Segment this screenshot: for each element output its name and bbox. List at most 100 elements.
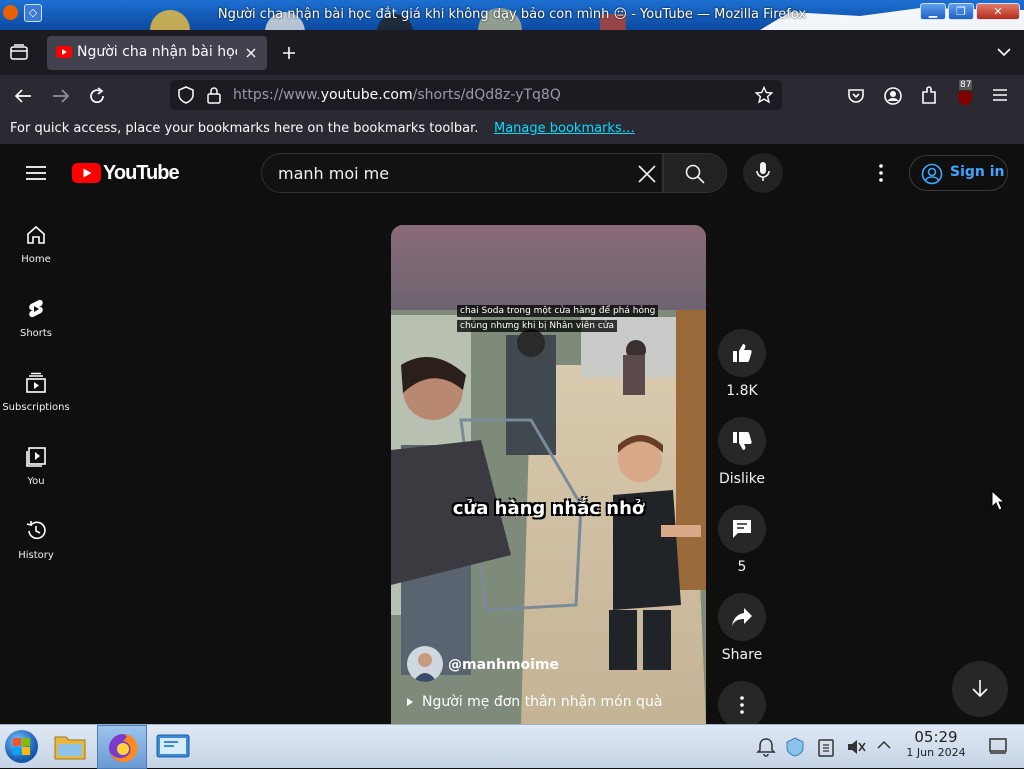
channel-avatar[interactable] [407,646,443,682]
bookmark-star-icon[interactable] [755,86,773,104]
search-button[interactable] [663,153,727,193]
tab-close-icon[interactable] [245,47,257,59]
extension-badge: 87 [959,80,973,90]
clipboard-icon[interactable] [817,737,835,757]
channel-handle[interactable]: @manhmoime [448,657,559,673]
nav-shorts-label: Shorts [19,328,53,339]
sign-in-button[interactable]: Sign in [909,155,1008,191]
account-icon[interactable] [883,86,903,106]
clock-time: 05:29 [914,728,958,746]
menu-icon[interactable] [991,87,1009,103]
window-titlebar: ◇ Người cha nhận bài học đắt giá khi khô… [0,0,1024,30]
next-short-button[interactable] [952,661,1008,717]
tab-title: Người cha nhận bài học [77,44,237,60]
system-settings-icon[interactable] [156,733,190,761]
taskbar: 05:29 1 Jun 2024 [0,724,1024,769]
like-button[interactable] [718,329,766,377]
windows-logo-icon [13,738,30,755]
show-desktop-icon[interactable] [989,738,1007,754]
url-path: /shorts/dQd8z-yTq8Q [412,87,561,103]
nav-you[interactable]: You [0,446,72,487]
youtube-page: YouTube manh moi me Sign in Home Shorts … [0,144,1024,729]
video-frame [391,225,706,724]
youtube-logo-icon [72,163,101,183]
bookmarks-hint: For quick access, place your bookmarks h… [10,121,479,136]
voice-search-button[interactable] [743,153,783,193]
thumbs-up-icon [733,344,752,362]
maximize-button[interactable]: ❐ [948,3,974,20]
thumbs-down-icon [733,432,752,450]
url-bar[interactable]: https://www.youtube.com/shorts/dQd8z-yTq… [170,80,782,110]
dislike-label: Dislike [719,471,765,487]
share-label: Share [721,647,763,663]
comment-icon [733,520,751,538]
shield-icon[interactable] [178,86,194,104]
nav-home[interactable]: Home [0,224,72,265]
notification-bell-icon[interactable] [756,737,776,757]
bookmarks-toolbar: For quick access, place your bookmarks h… [0,116,1024,144]
microphone-icon [756,162,770,181]
caption-line-1: chai Soda trong một cửa hàng để phá hỏng [457,305,659,317]
window-title: Người cha nhận bài học đắt giá khi không… [217,7,807,22]
tab-overview-icon[interactable] [10,44,28,60]
youtube-logo[interactable]: YouTube [72,162,180,184]
manage-bookmarks-link[interactable]: Manage bookmarks… [494,121,635,136]
comments-button[interactable] [718,505,766,553]
back-icon[interactable] [14,88,32,104]
subscriptions-icon [26,372,46,393]
network-icon[interactable] [786,737,804,757]
close-button[interactable]: ✕ [976,3,1020,20]
new-tab-icon[interactable] [280,45,298,61]
firefox-taskbar-button[interactable] [97,725,147,769]
file-manager-icon[interactable] [54,732,86,760]
youtube-favicon-icon [56,46,72,58]
dislike-button[interactable] [718,417,766,465]
extensions-icon[interactable] [919,86,939,106]
more-vertical-icon [740,696,744,714]
nav-you-label: You [27,476,45,487]
share-button[interactable] [718,593,766,641]
account-circle-icon [921,163,943,185]
play-small-icon [407,698,413,706]
video-overlay-text: cửa hàng nhắc nhở [452,498,645,519]
pocket-icon[interactable] [846,87,866,105]
caption-line-2: chúng nhưng khi bị Nhân viên cửa [457,320,617,332]
lock-icon[interactable] [207,86,221,104]
tray-expand-icon[interactable] [876,740,892,750]
short-more-button[interactable] [718,681,766,729]
url-text: https://www.youtube.com/shorts/dQd8z-yTq… [233,87,561,103]
volume-muted-icon[interactable] [846,737,866,757]
start-button[interactable] [5,730,38,763]
clock[interactable]: 05:29 1 Jun 2024 [903,728,969,759]
search-box[interactable]: manh moi me [261,153,663,193]
search-input[interactable]: manh moi me [278,164,389,183]
forward-icon[interactable] [52,88,70,104]
clear-search-icon[interactable] [638,165,656,183]
nav-history-label: History [18,550,54,561]
firefox-icon [109,733,138,762]
tab-active[interactable]: Người cha nhận bài học [47,36,267,70]
like-count: 1.8K [726,383,758,399]
arrow-down-icon [972,680,988,698]
nav-subscriptions[interactable]: Subscriptions [0,372,72,413]
reload-icon[interactable] [88,87,106,105]
url-domain: youtube.com [320,87,413,103]
shorts-icon [29,299,43,318]
nav-shorts[interactable]: Shorts [0,298,72,339]
short-description[interactable]: Người mẹ đơn thân nhận món quà [422,694,662,710]
home-icon [27,225,45,244]
chevron-down-icon[interactable] [996,47,1012,57]
you-icon [26,447,46,467]
nav-home-label: Home [21,254,51,265]
nav-history[interactable]: History [0,520,72,561]
url-prefix: https://www. [233,87,321,103]
ublock-extension-icon[interactable]: 87 [955,80,975,108]
short-video-player[interactable]: chai Soda trong một cửa hàng để phá hỏng… [391,225,706,724]
nav-subscriptions-label: Subscriptions [2,402,70,413]
guide-menu-icon[interactable] [26,165,46,181]
mouse-cursor-icon [991,490,1006,511]
minimize-button[interactable]: ▁ [920,3,946,20]
sign-in-label: Sign in [950,164,1005,180]
search-icon [685,164,705,184]
more-options-icon[interactable] [877,163,885,183]
